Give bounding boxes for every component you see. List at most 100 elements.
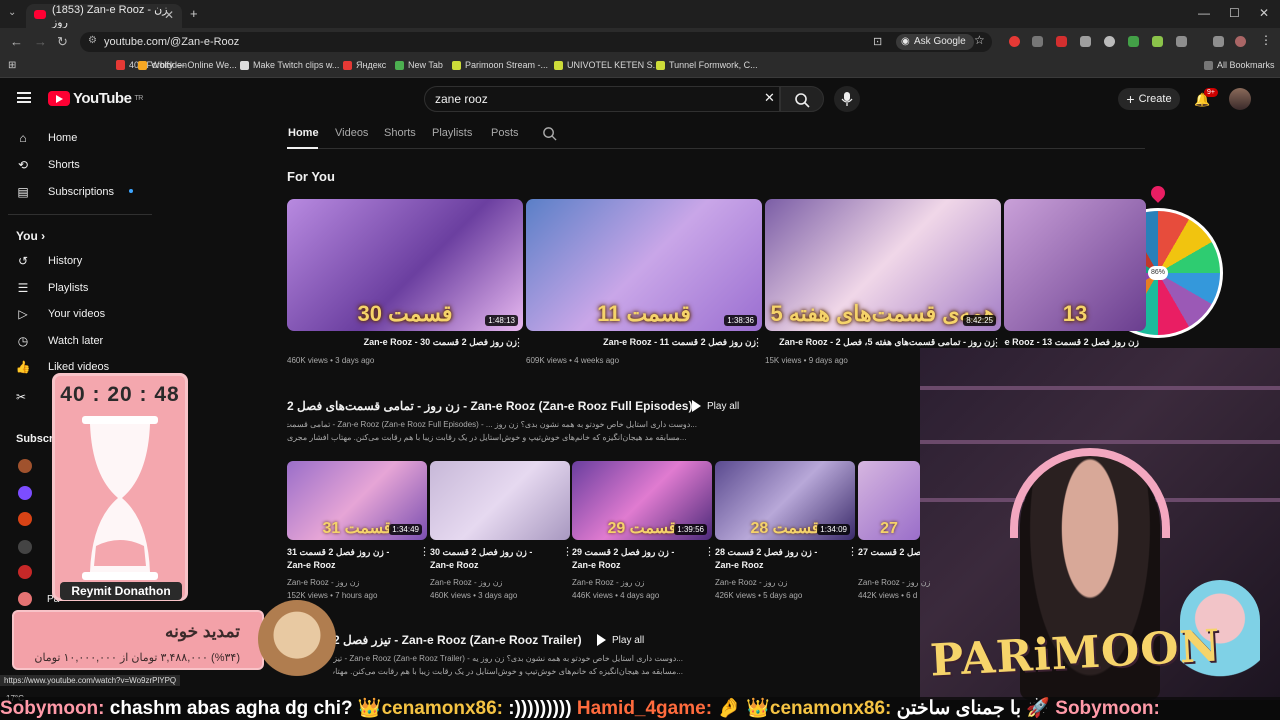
sub-avatar-6[interactable] (18, 592, 32, 606)
sub-avatar-5[interactable] (18, 565, 32, 579)
video-title[interactable]: زن روز فصل 2 قسمت 30 - Zan-e Rooz (287, 337, 517, 348)
bookmark-item[interactable]: UNIVOTEL KETEN S... (554, 60, 660, 70)
tab-videos[interactable]: Videos (335, 127, 368, 139)
bookmark-youtube-icon[interactable] (116, 60, 125, 69)
close-window-icon[interactable]: ✕ (1259, 6, 1269, 20)
sub-avatar-4[interactable] (18, 540, 32, 554)
tab-posts[interactable]: Posts (491, 127, 519, 139)
video-more-icon[interactable]: ⋮ (847, 545, 858, 558)
playlist-video-channel[interactable]: Zan-e Rooz - زن روز (287, 578, 359, 587)
video-thumbnail[interactable]: قسمت 30 1:48:13 (287, 199, 523, 331)
playlist-video-thumbnail[interactable]: قسمت 29 1:39:56 (572, 461, 712, 540)
play-all-button[interactable]: Play all (692, 400, 739, 412)
back-icon[interactable]: ← (10, 34, 23, 49)
playlist-video-title[interactable]: زن روز فصل 2 قسمت 30 - Zan-e Rooz (430, 546, 548, 572)
ask-google-button[interactable]: ◉ Ask Google (896, 34, 974, 50)
tab-home[interactable]: Home (288, 127, 319, 139)
sidebar-item-your-videos[interactable]: ▷ Your videos (16, 307, 105, 321)
video-title[interactable]: زن روز فصل 2 قسمت 11 - Zan-e Rooz (526, 337, 756, 348)
voice-search-button[interactable] (834, 86, 860, 112)
bookmark-star-icon[interactable]: ☆ (974, 33, 985, 47)
playlist-video-channel[interactable]: Zan-e Rooz - زن روز (430, 578, 502, 587)
video-title[interactable]: زن روز فصل 2 قسمت 13 - Zan-e Rooz (1004, 337, 1139, 348)
bookmark-item[interactable]: Яндекс (343, 60, 386, 70)
install-app-icon[interactable]: ⊡ (873, 35, 882, 48)
playlist-title[interactable]: زن روز - تمامی قسمت‌های فصل 2 - Zan-e Ro… (287, 399, 692, 413)
playlist-video-title[interactable]: زن روز فصل 2 قسمت 28 - Zan-e Rooz (715, 546, 833, 572)
playlist-video-channel[interactable]: Zan-e Rooz - زن روز (572, 578, 644, 587)
sidebar-item-liked-videos[interactable]: 👍 Liked videos (16, 360, 110, 374)
extension-glasses-icon[interactable] (1104, 36, 1115, 47)
new-tab-icon[interactable]: + (190, 6, 198, 21)
sidebar-item-watch-later[interactable]: ◷ Watch later (16, 334, 103, 348)
playlist-video-title[interactable]: زن روز فصل 2 قسمت 31 - Zan-e Rooz (287, 546, 405, 572)
video-thumbnail[interactable]: 13 (1004, 199, 1146, 331)
bookmark-item[interactable]: Make Twitch clips w... (240, 60, 339, 70)
video-meta: 460K views • 3 days ago (287, 356, 375, 365)
youtube-logo[interactable]: YouTube TR (48, 90, 143, 107)
trailer-playlist-title[interactable]: تیزر فصل 2 - Zan-e Rooz (Zan-e Rooz Trai… (333, 633, 582, 647)
playlist-video-thumbnail[interactable]: 27 (858, 461, 920, 540)
clear-search-icon[interactable]: ✕ (764, 90, 775, 106)
extensions-puzzle-icon[interactable] (1176, 36, 1187, 47)
sub-avatar-1[interactable] (18, 459, 32, 473)
profile-icon[interactable] (1235, 36, 1246, 47)
extension-shield-icon[interactable] (1128, 36, 1139, 47)
sidebar-item-home[interactable]: ⌂ Home (16, 131, 77, 145)
video-more-icon[interactable]: ⋮ (752, 336, 763, 349)
tab-search-icon[interactable]: ⌄ (8, 7, 16, 18)
bookmark-item[interactable]: Tunnel Formwork, C... (656, 60, 758, 70)
bookmark-item[interactable]: Wolfy — Online We... (138, 60, 237, 70)
maximize-icon[interactable]: ☐ (1229, 6, 1240, 20)
you-section-heading[interactable]: You › (16, 229, 45, 243)
extension-red-icon[interactable] (1009, 36, 1020, 47)
playlist-video-thumbnail[interactable]: قسمت 28 1:34:09 (715, 461, 855, 540)
sidebar-item-shorts[interactable]: ⟲ Shorts (16, 158, 80, 172)
bookmark-item[interactable]: Parimoon Stream -... (452, 60, 548, 70)
address-bar[interactable]: ⚙ youtube.com/@Zan-e-Rooz (80, 32, 992, 52)
clips-icon[interactable]: ✂ (16, 390, 26, 404)
video-title[interactable]: زن روز - تمامی قسمت‌های هفته 5، فصل 2 - … (765, 337, 995, 348)
apps-icon[interactable]: ⊞ (8, 60, 16, 71)
tab-shorts[interactable]: Shorts (384, 127, 416, 139)
extension-box-icon[interactable] (1080, 36, 1091, 47)
sidebar-item-subscriptions[interactable]: ▤ Subscriptions (16, 185, 114, 199)
playlist-video-channel[interactable]: Zan-e Rooz - زن روز (715, 578, 787, 587)
search-button[interactable] (780, 86, 824, 112)
video-more-icon[interactable]: ⋮ (704, 545, 715, 558)
video-more-icon[interactable]: ⋮ (513, 336, 524, 349)
playlist-video-thumbnail[interactable] (430, 461, 570, 540)
account-avatar[interactable] (1229, 88, 1251, 110)
all-bookmarks[interactable]: All Bookmarks (1204, 60, 1275, 70)
playlist-video-thumbnail[interactable]: قسمت 31 1:34:49 (287, 461, 427, 540)
sub-avatar-2[interactable] (18, 486, 32, 500)
hamburger-menu-icon[interactable] (17, 92, 31, 103)
bookmark-item[interactable]: New Tab (395, 60, 443, 70)
extension-leaf-icon[interactable] (1152, 36, 1163, 47)
channel-search-icon[interactable] (542, 126, 557, 141)
playlist-video-channel[interactable]: Zan-e Rooz - زن روز (858, 578, 930, 587)
playlist-video-title[interactable]: زن روز فصل 2 قسمت 27 - Zan-e Rooz (858, 546, 920, 559)
video-more-icon[interactable]: ⋮ (991, 336, 1002, 349)
reload-icon[interactable]: ↻ (57, 34, 68, 50)
browser-tab-active[interactable]: (1853) Zan-e Rooz - زن روز ✕ (26, 4, 182, 29)
media-controls-icon[interactable] (1213, 36, 1224, 47)
video-thumbnail[interactable]: قسمت 11 1:38:36 (526, 199, 762, 331)
forward-icon[interactable]: → (34, 34, 47, 49)
sub-avatar-3[interactable] (18, 512, 32, 526)
video-more-icon[interactable]: ⋮ (419, 545, 430, 558)
extension-gray-icon[interactable] (1032, 36, 1043, 47)
browser-menu-icon[interactable]: ⋮ (1260, 33, 1272, 47)
close-tab-icon[interactable]: ✕ (164, 8, 174, 22)
search-input[interactable]: zane rooz (424, 86, 780, 112)
video-thumbnail[interactable]: همه‌ی قسمت‌های هفته 5 8:42:25 (765, 199, 1001, 331)
trailer-play-all-button[interactable]: Play all (597, 634, 644, 646)
site-info-icon[interactable]: ⚙ (88, 35, 97, 46)
extension-youtube-icon[interactable] (1056, 36, 1067, 47)
minimize-icon[interactable]: — (1198, 6, 1210, 20)
sidebar-item-playlists[interactable]: ☰ Playlists (16, 281, 89, 295)
create-button[interactable]: + Create (1118, 88, 1180, 110)
playlist-video-title[interactable]: زن روز فصل 2 قسمت 29 - Zan-e Rooz (572, 546, 690, 572)
tab-playlists[interactable]: Playlists (432, 127, 472, 139)
sidebar-item-history[interactable]: ↺ History (16, 254, 82, 268)
